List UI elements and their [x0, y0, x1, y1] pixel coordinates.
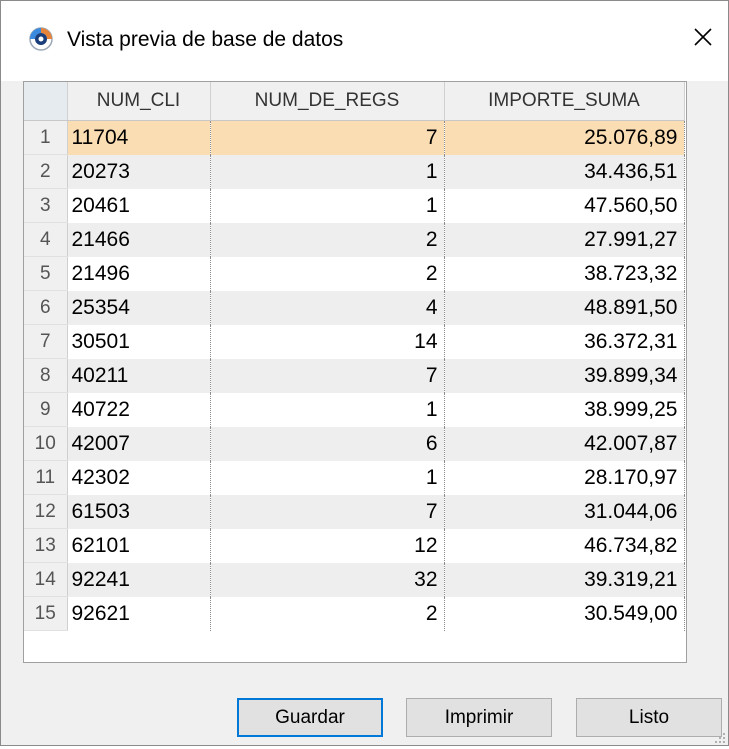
importe-suma-cell[interactable]: 27.991,27 [444, 222, 685, 257]
column-header-importe-suma[interactable]: IMPORTE_SUMA [444, 82, 685, 121]
importe-suma-cell[interactable]: 38.723,32 [444, 256, 685, 291]
num-de-regs-cell[interactable]: 7 [210, 120, 445, 155]
num-cli-cell[interactable]: 42302 [67, 460, 211, 495]
num-cli-cell[interactable]: 21496 [67, 256, 211, 291]
table-row[interactable]: 11 42302 1 28.170,97 [24, 460, 685, 495]
column-header-num-de-regs[interactable]: NUM_DE_REGS [210, 82, 445, 121]
close-icon [693, 27, 713, 52]
header-row: NUM_CLI NUM_DE_REGS IMPORTE_SUMA [24, 82, 685, 121]
num-cli-cell[interactable]: 11704 [67, 120, 211, 155]
row-number-cell[interactable]: 2 [24, 154, 68, 189]
num-cli-cell[interactable]: 21466 [67, 222, 211, 257]
table-row[interactable]: 1 11704 7 25.076,89 [24, 120, 685, 155]
num-de-regs-cell[interactable]: 12 [210, 528, 445, 563]
row-number-cell[interactable]: 14 [24, 562, 68, 597]
preview-dialog: Vista previa de base de datos NUM_CLI NU… [0, 0, 729, 746]
num-cli-cell[interactable]: 25354 [67, 290, 211, 325]
row-number-cell[interactable]: 12 [24, 494, 68, 529]
num-de-regs-cell[interactable]: 2 [210, 596, 445, 631]
num-cli-cell[interactable]: 30501 [67, 324, 211, 359]
num-cli-cell[interactable]: 40211 [67, 358, 211, 393]
importe-suma-cell[interactable]: 46.734,82 [444, 528, 685, 563]
num-de-regs-cell[interactable]: 32 [210, 562, 445, 597]
data-grid[interactable]: NUM_CLI NUM_DE_REGS IMPORTE_SUMA 1 11704 7… [23, 81, 687, 663]
resize-grip-icon[interactable] [714, 731, 726, 743]
num-de-regs-cell[interactable]: 14 [210, 324, 445, 359]
row-number-cell[interactable]: 15 [24, 596, 68, 631]
table-row[interactable]: 2 20273 1 34.436,51 [24, 154, 685, 189]
importe-suma-cell[interactable]: 31.044,06 [444, 494, 685, 529]
importe-suma-cell[interactable]: 36.372,31 [444, 324, 685, 359]
importe-suma-cell[interactable]: 39.319,21 [444, 562, 685, 597]
row-number-cell[interactable]: 8 [24, 358, 68, 393]
table-row[interactable]: 13 62101 12 46.734,82 [24, 528, 685, 563]
num-de-regs-cell[interactable]: 1 [210, 392, 445, 427]
print-button[interactable]: Imprimir [406, 698, 552, 737]
num-cli-cell[interactable]: 92621 [67, 596, 211, 631]
close-button[interactable] [678, 11, 728, 67]
importe-suma-cell[interactable]: 39.899,34 [444, 358, 685, 393]
row-number-cell[interactable]: 1 [24, 120, 68, 155]
data-table: NUM_CLI NUM_DE_REGS IMPORTE_SUMA 1 11704 7… [24, 82, 685, 631]
title-bar: Vista previa de base de datos [1, 1, 728, 81]
importe-suma-cell[interactable]: 30.549,00 [444, 596, 685, 631]
table-row[interactable]: 5 21496 2 38.723,32 [24, 256, 685, 291]
column-header-num-cli[interactable]: NUM_CLI [67, 82, 211, 121]
num-de-regs-cell[interactable]: 7 [210, 494, 445, 529]
num-cli-cell[interactable]: 40722 [67, 392, 211, 427]
done-button[interactable]: Listo [576, 698, 722, 737]
num-de-regs-cell[interactable]: 1 [210, 460, 445, 495]
importe-suma-cell[interactable]: 47.560,50 [444, 188, 685, 223]
table-row[interactable]: 9 40722 1 38.999,25 [24, 392, 685, 427]
num-cli-cell[interactable]: 20461 [67, 188, 211, 223]
table-row[interactable]: 3 20461 1 47.560,50 [24, 188, 685, 223]
importe-suma-cell[interactable]: 42.007,87 [444, 426, 685, 461]
row-number-cell[interactable]: 11 [24, 460, 68, 495]
num-de-regs-cell[interactable]: 1 [210, 154, 445, 189]
window-title: Vista previa de base de datos [67, 28, 344, 51]
table-row[interactable]: 15 92621 2 30.549,00 [24, 596, 685, 631]
row-number-cell[interactable]: 6 [24, 290, 68, 325]
num-cli-cell[interactable]: 20273 [67, 154, 211, 189]
importe-suma-cell[interactable]: 34.436,51 [444, 154, 685, 189]
row-number-cell[interactable]: 13 [24, 528, 68, 563]
table-row[interactable]: 12 61503 7 31.044,06 [24, 494, 685, 529]
table-row[interactable]: 4 21466 2 27.991,27 [24, 222, 685, 257]
num-cli-cell[interactable]: 62101 [67, 528, 211, 563]
num-de-regs-cell[interactable]: 7 [210, 358, 445, 393]
num-cli-cell[interactable]: 61503 [67, 494, 211, 529]
num-de-regs-cell[interactable]: 4 [210, 290, 445, 325]
importe-suma-cell[interactable]: 38.999,25 [444, 392, 685, 427]
row-number-cell[interactable]: 4 [24, 222, 68, 257]
num-cli-cell[interactable]: 42007 [67, 426, 211, 461]
num-cli-cell[interactable]: 92241 [67, 562, 211, 597]
table-row[interactable]: 14 92241 32 39.319,21 [24, 562, 685, 597]
num-de-regs-cell[interactable]: 1 [210, 188, 445, 223]
app-logo-icon [29, 27, 53, 51]
select-all-corner[interactable] [24, 82, 68, 121]
save-button[interactable]: Guardar [237, 698, 383, 737]
row-number-cell[interactable]: 10 [24, 426, 68, 461]
num-de-regs-cell[interactable]: 6 [210, 426, 445, 461]
table-row[interactable]: 8 40211 7 39.899,34 [24, 358, 685, 393]
button-bar: Guardar Imprimir Listo [1, 698, 728, 738]
row-number-cell[interactable]: 3 [24, 188, 68, 223]
row-number-cell[interactable]: 9 [24, 392, 68, 427]
importe-suma-cell[interactable]: 28.170,97 [444, 460, 685, 495]
table-row[interactable]: 7 30501 14 36.372,31 [24, 324, 685, 359]
table-row[interactable]: 10 42007 6 42.007,87 [24, 426, 685, 461]
num-de-regs-cell[interactable]: 2 [210, 222, 445, 257]
row-number-cell[interactable]: 7 [24, 324, 68, 359]
num-de-regs-cell[interactable]: 2 [210, 256, 445, 291]
table-row[interactable]: 6 25354 4 48.891,50 [24, 290, 685, 325]
row-number-cell[interactable]: 5 [24, 256, 68, 291]
importe-suma-cell[interactable]: 25.076,89 [444, 120, 685, 155]
importe-suma-cell[interactable]: 48.891,50 [444, 290, 685, 325]
